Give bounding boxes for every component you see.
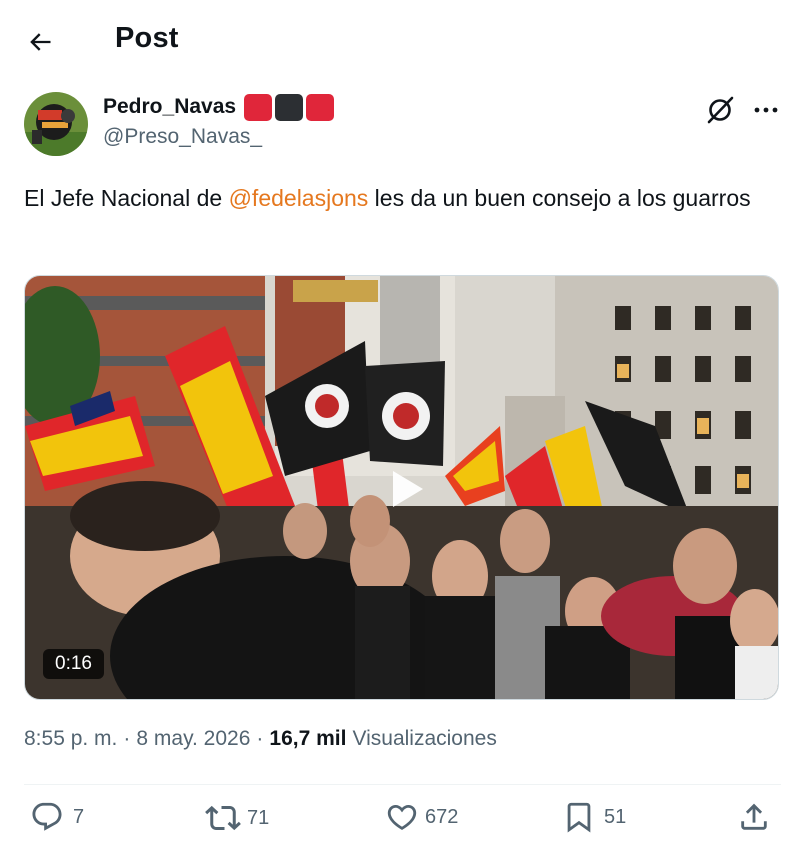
play-button[interactable] <box>379 463 431 515</box>
author-handle[interactable]: @Preso_Navas_ <box>103 125 334 149</box>
reply-button[interactable]: 7 <box>30 800 84 834</box>
top-bar: Post <box>0 0 805 80</box>
repost-count: 71 <box>247 806 270 829</box>
post-meta: 8:55 p. m. · 8 may. 2026 · 16,7 mil Visu… <box>24 727 497 751</box>
grok-icon <box>707 96 734 124</box>
meta-separator: · <box>256 727 264 750</box>
reply-count: 7 <box>73 805 85 828</box>
views-count[interactable]: 16,7 mil <box>269 727 346 751</box>
like-button[interactable]: 672 <box>385 800 458 834</box>
mention-link[interactable]: @fedelasjons <box>229 185 369 211</box>
reply-icon <box>32 802 62 831</box>
badge-square <box>306 93 335 121</box>
post-time[interactable]: 8:55 p. m. <box>24 727 117 751</box>
back-arrow-icon <box>30 33 51 51</box>
post-date[interactable]: 8 may. 2026 <box>136 727 250 751</box>
action-bar: 7 71 672 51 <box>0 800 805 841</box>
badge-square <box>275 93 304 121</box>
back-button[interactable] <box>22 24 58 60</box>
play-icon <box>393 471 423 507</box>
author-name[interactable]: Pedro_Navas <box>103 95 236 119</box>
author-block: Pedro_Navas @Preso_Navas_ <box>103 92 335 149</box>
share-button[interactable] <box>737 800 771 834</box>
tweet-text-after: les da un buen consejo a los guarros <box>368 185 751 211</box>
name-badges <box>244 93 335 121</box>
bookmark-button[interactable]: 51 <box>562 800 626 834</box>
tweet-text: El Jefe Nacional de @fedelasjons les da … <box>24 179 764 218</box>
share-icon <box>741 803 767 830</box>
like-count: 672 <box>425 805 459 828</box>
meta-separator: · <box>123 727 131 750</box>
like-icon <box>387 804 417 830</box>
tweet-text-before: El Jefe Nacional de <box>24 185 229 211</box>
video-duration: 0:16 <box>43 649 104 679</box>
page-title: Post <box>115 22 179 54</box>
views-label: Visualizaciones <box>352 727 497 750</box>
bookmark-icon <box>567 802 591 833</box>
badge-square <box>244 93 273 121</box>
more-button[interactable] <box>748 94 784 126</box>
divider <box>24 784 781 785</box>
bookmark-count: 51 <box>604 805 627 828</box>
video-player[interactable]: 0:16 <box>24 275 779 700</box>
more-icon <box>754 107 778 113</box>
repost-button[interactable]: 71 <box>205 800 269 836</box>
repost-icon <box>205 805 241 831</box>
avatar[interactable] <box>24 92 88 156</box>
grok-button[interactable] <box>704 94 736 126</box>
